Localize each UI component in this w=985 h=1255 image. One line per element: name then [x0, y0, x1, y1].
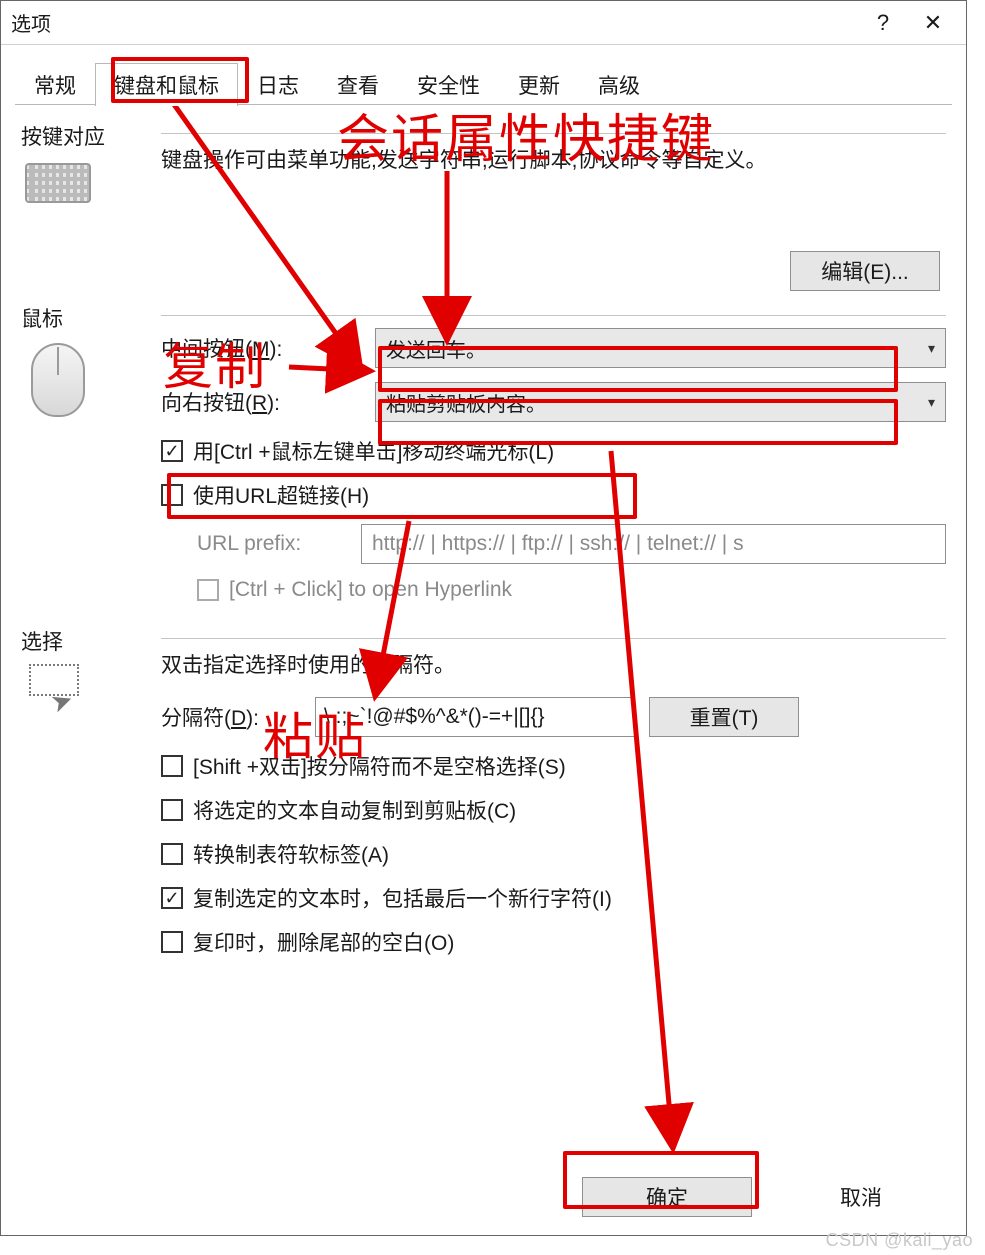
- tab-keyboard-mouse[interactable]: 键盘和鼠标: [95, 63, 238, 106]
- annotation-arrow-icon: [1, 1, 968, 1237]
- watermark-text: CSDN @kali_yao: [826, 1230, 973, 1251]
- options-dialog: 选项 ? ✕ 常规 键盘和鼠标 日志 查看 安全性 更新 高级 按键对应 键盘操…: [0, 0, 967, 1236]
